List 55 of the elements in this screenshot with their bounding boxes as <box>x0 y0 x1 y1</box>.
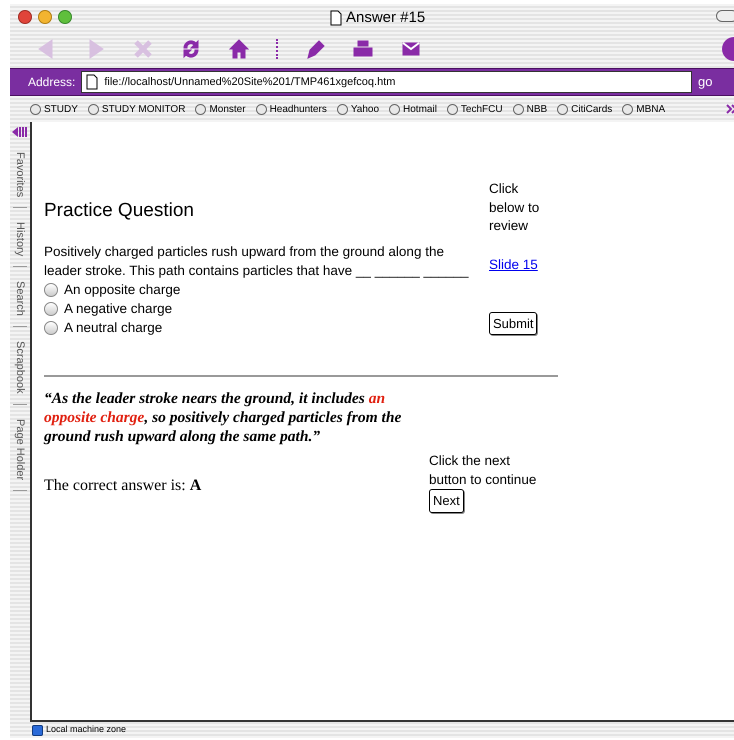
favorite-icon <box>557 104 568 114</box>
option-label: An opposite charge <box>64 280 180 299</box>
favorite-icon <box>30 104 41 114</box>
collapse-arrow-icon[interactable] <box>12 126 28 138</box>
favorite-icon <box>336 104 348 114</box>
go-button[interactable]: go <box>698 72 734 92</box>
next-button[interactable]: Next <box>429 489 464 512</box>
favorite-icon <box>389 104 400 114</box>
sidebar-tab[interactable]: Page Holder <box>13 418 27 492</box>
favorite-link[interactable]: MBNA <box>636 102 666 116</box>
favorite-link[interactable]: Hotmail <box>403 102 437 116</box>
quote-text: “As the leader stroke nears the ground, it includes an opposite charge, so positively charged particles from the ground rush upward along the same path.” <box>44 389 402 446</box>
slide-link[interactable]: Slide 15 <box>489 254 553 275</box>
favorite-icon <box>256 104 267 114</box>
review-hint: Click below to review <box>489 180 540 235</box>
favorite-link[interactable]: Monster <box>209 102 246 116</box>
sidebar-tab[interactable]: History <box>13 222 27 268</box>
document-icon <box>330 10 342 26</box>
zone-icon <box>32 724 43 736</box>
status-text: Local machine zone <box>46 723 126 736</box>
favorite-link[interactable]: NBB <box>526 102 548 116</box>
favorite-icon <box>88 104 99 114</box>
option-label: A negative charge <box>64 300 172 318</box>
favorite-link[interactable]: Yahoo <box>350 102 380 116</box>
home-icon[interactable] <box>228 38 250 60</box>
question-text: Positively charged particles rush upward from the ground along the leader stroke. This path contains particles that have __ ______ ______ <box>44 242 470 280</box>
answer-text: The correct answer is: A <box>44 476 202 496</box>
favorite-link[interactable]: STUDY MONITOR <box>102 102 186 116</box>
favorite-link[interactable]: CitiCards <box>571 102 612 116</box>
radio-button[interactable] <box>44 302 58 316</box>
document-icon <box>86 74 98 90</box>
browser-logo-icon <box>720 36 734 62</box>
sidebar-tab[interactable]: Scrapbook <box>13 341 27 405</box>
radio-button[interactable] <box>44 283 58 297</box>
next-hint: Click the next button to continue <box>429 452 538 488</box>
minimize-icon[interactable] <box>38 10 52 24</box>
address-field[interactable]: file://localhost/Unnamed%20Site%201/TMP461xgefcoq.htm <box>81 71 692 93</box>
option-label: A neutral charge <box>64 318 162 337</box>
window-title: Answer #15 <box>346 8 426 28</box>
address-label: Address: <box>28 74 76 91</box>
favorite-link[interactable]: STUDY <box>44 102 78 116</box>
favorite-icon <box>512 104 524 114</box>
sidebar-tab[interactable]: Favorites <box>13 152 27 208</box>
close-icon[interactable] <box>18 10 32 24</box>
sidebar-tab[interactable]: Search <box>13 281 27 328</box>
radio-button[interactable] <box>44 321 58 335</box>
favorite-link[interactable]: TechFCU <box>460 102 503 116</box>
favorite-icon <box>195 104 206 114</box>
favorite-icon <box>446 104 458 114</box>
submit-button[interactable]: Submit <box>489 312 538 336</box>
favorite-icon <box>622 104 634 114</box>
toolbar-toggle-icon[interactable] <box>716 10 734 22</box>
question-heading: Practice Question <box>44 199 195 223</box>
zoom-icon[interactable] <box>58 10 72 24</box>
favorite-link[interactable]: Headhunters <box>270 102 327 116</box>
